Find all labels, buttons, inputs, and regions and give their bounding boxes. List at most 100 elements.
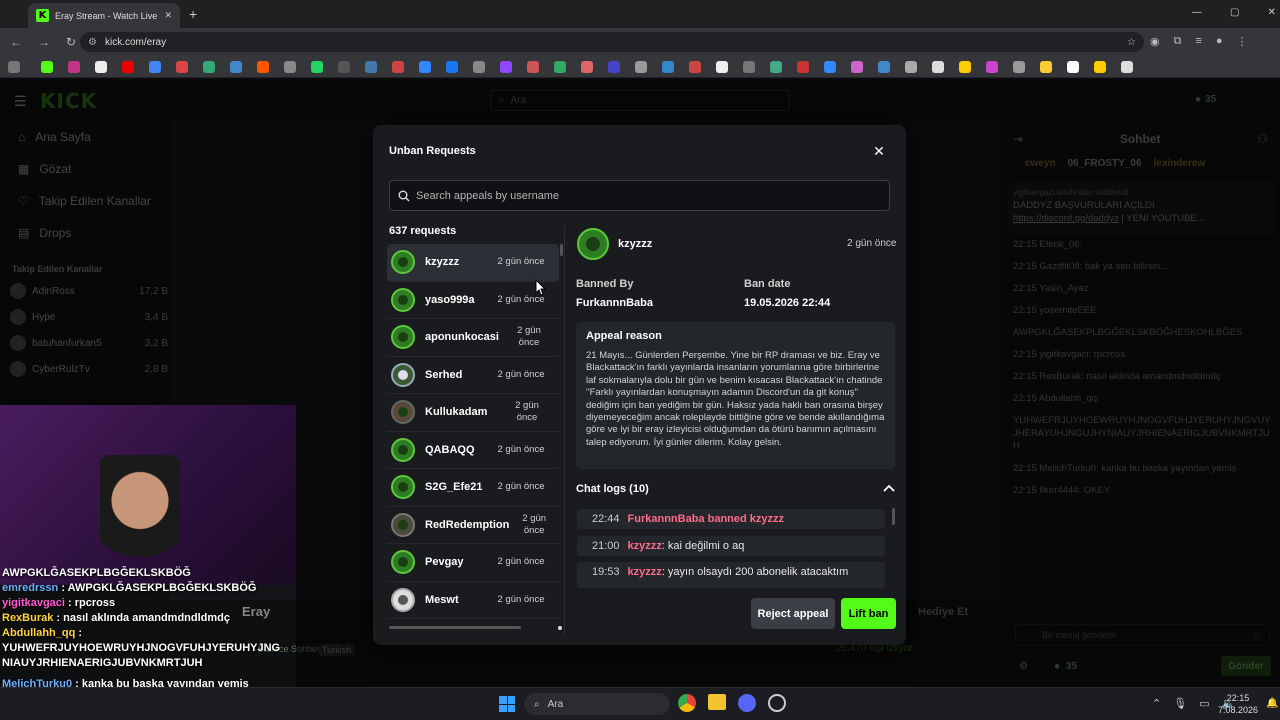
minimize-icon[interactable]: —: [1192, 7, 1202, 18]
log-user[interactable]: kzyzzz: [628, 540, 662, 552]
bookmark-site-icon[interactable]: [203, 60, 215, 73]
close-icon[interactable]: ✕: [871, 143, 887, 159]
browser-extensions[interactable]: ◉ ⧉ ≡ ● ⋮: [1150, 35, 1248, 48]
reload-icon[interactable]: ↻: [66, 35, 76, 49]
log-user[interactable]: kzyzzz: [628, 566, 662, 578]
taskbar-clock[interactable]: 22:15 7.08.2026: [1218, 692, 1258, 716]
request-item[interactable]: yaso999a 2 gün önce: [387, 282, 559, 319]
close-tab-icon[interactable]: ✕: [164, 10, 172, 21]
request-time: 2 gün önce: [515, 400, 539, 424]
request-item[interactable]: Pevgay 2 gün önce: [387, 544, 559, 582]
bookmark-instagram-icon[interactable]: [68, 60, 80, 73]
request-item[interactable]: kzyzzz 2 gün önce: [387, 244, 559, 282]
bookmark-site-icon[interactable]: [1013, 60, 1025, 73]
bookmark-site-icon[interactable]: [554, 60, 566, 73]
bookmark-site-icon[interactable]: [878, 60, 890, 73]
network-icon[interactable]: ▭: [1199, 697, 1209, 710]
bookmark-gmail-icon[interactable]: [176, 60, 188, 73]
bookmark-twitch-icon[interactable]: [500, 60, 512, 73]
apps-icon[interactable]: [8, 60, 20, 73]
file-explorer-icon[interactable]: [708, 694, 726, 710]
bookmark-kick-icon[interactable]: [41, 60, 53, 73]
request-item[interactable]: Kullukadam 2 gün önce: [387, 394, 559, 432]
forward-icon[interactable]: →: [38, 35, 50, 49]
request-list[interactable]: kzyzzz 2 gün önce yaso999a 2 gün önce apon…: [387, 244, 559, 628]
browser-tab[interactable]: K Eray Stream - Watch Live on Kick ✕: [28, 3, 180, 28]
request-item[interactable]: aponunkocasi 2 gün önce: [387, 319, 559, 357]
menu-icon[interactable]: ⋮: [1237, 35, 1248, 48]
window-controls[interactable]: — ▢ ✕: [1192, 7, 1276, 18]
bookmark-site-icon[interactable]: [905, 60, 917, 73]
taskbar-search[interactable]: ⌕ Ara: [524, 693, 670, 715]
bookmark-site-icon[interactable]: [851, 60, 863, 73]
bookmark-whatsapp-icon[interactable]: [311, 60, 323, 73]
discord-icon[interactable]: [738, 694, 756, 712]
back-icon[interactable]: ←: [10, 35, 22, 49]
chrome-icon[interactable]: [678, 694, 696, 712]
nav-buttons[interactable]: ← → ↻: [10, 35, 76, 49]
request-username: Serhed: [425, 368, 463, 381]
app-icon[interactable]: [768, 694, 786, 712]
banned-by-label: Banned By: [576, 278, 634, 290]
logs-scrollbar[interactable]: [892, 508, 895, 525]
lift-ban-button[interactable]: Lift ban: [841, 598, 896, 629]
bookmark-site-icon[interactable]: [1121, 60, 1133, 73]
reject-appeal-button[interactable]: Reject appeal: [751, 598, 835, 629]
bookmark-x-icon[interactable]: [95, 60, 107, 73]
bookmark-site-icon[interactable]: [608, 60, 620, 73]
start-button[interactable]: [499, 696, 515, 712]
close-window-icon[interactable]: ✕: [1267, 7, 1275, 18]
bookmark-site-icon[interactable]: [959, 60, 971, 73]
bookmark-site-icon[interactable]: [662, 60, 674, 73]
puzzle-icon[interactable]: ⧉: [1174, 35, 1182, 48]
request-item[interactable]: RedRedemption 2 gün önce: [387, 507, 559, 544]
list-scrollbar-horizontal[interactable]: [389, 626, 521, 629]
chevron-up-icon[interactable]: [883, 483, 895, 495]
bookmark-google-icon[interactable]: [149, 60, 161, 73]
bookmark-site-icon[interactable]: [230, 60, 242, 73]
chevron-up-icon[interactable]: ⌃: [1152, 697, 1161, 710]
bookmark-youtube-icon[interactable]: [122, 60, 134, 73]
bookmark-site-icon[interactable]: [716, 60, 728, 73]
url-field[interactable]: ⚙ kick.com/eray ☆: [80, 32, 1144, 52]
bookmark-site-icon[interactable]: [338, 60, 350, 73]
bookmark-site-icon[interactable]: [1040, 60, 1052, 73]
bookmark-site-icon[interactable]: [635, 60, 647, 73]
request-item[interactable]: QABAQQ 2 gün önce: [387, 432, 559, 469]
microphone-icon[interactable]: 🎙: [1173, 697, 1187, 710]
log-user[interactable]: FurkannnBaba: [628, 513, 705, 525]
bookmark-site-icon[interactable]: [1094, 60, 1106, 73]
bookmark-site-icon[interactable]: [986, 60, 998, 73]
bookmark-site-icon[interactable]: [392, 60, 404, 73]
bookmark-site-icon[interactable]: [743, 60, 755, 73]
list-scrollbar[interactable]: [560, 244, 563, 256]
bookmark-site-icon[interactable]: [419, 60, 431, 73]
appeal-search[interactable]: [389, 180, 890, 211]
chat-logs-label[interactable]: Chat logs (10): [576, 483, 649, 495]
extension-icon[interactable]: ◉: [1150, 35, 1160, 48]
bookmark-site-icon[interactable]: [1067, 60, 1079, 73]
appeal-search-input[interactable]: [416, 189, 881, 202]
request-item[interactable]: Serhed 2 gün önce: [387, 357, 559, 394]
bookmark-site-icon[interactable]: [824, 60, 836, 73]
bookmark-site-icon[interactable]: [797, 60, 809, 73]
bookmark-site-icon[interactable]: [284, 60, 296, 73]
request-item[interactable]: Meswt 2 gün önce: [387, 582, 559, 619]
maximize-icon[interactable]: ▢: [1230, 7, 1239, 18]
bookmark-site-icon[interactable]: [527, 60, 539, 73]
request-item[interactable]: S2G_Efe21 2 gün önce: [387, 469, 559, 507]
site-info-icon[interactable]: ⚙: [88, 37, 97, 48]
bookmark-facebook-icon[interactable]: [446, 60, 458, 73]
new-tab-button[interactable]: +: [189, 6, 197, 22]
bookmark-site-icon[interactable]: [932, 60, 944, 73]
profile-icon[interactable]: ●: [1216, 35, 1223, 48]
tab-search-icon[interactable]: ≡: [1195, 35, 1201, 48]
bookmark-site-icon[interactable]: [473, 60, 485, 73]
bookmark-reddit-icon[interactable]: [257, 60, 269, 73]
bookmark-site-icon[interactable]: [689, 60, 701, 73]
bookmark-site-icon[interactable]: [581, 60, 593, 73]
bookmark-site-icon[interactable]: [365, 60, 377, 73]
notifications-icon[interactable]: 🔔: [1266, 698, 1278, 709]
bookmark-site-icon[interactable]: [770, 60, 782, 73]
bookmark-star-icon[interactable]: ☆: [1127, 37, 1136, 48]
